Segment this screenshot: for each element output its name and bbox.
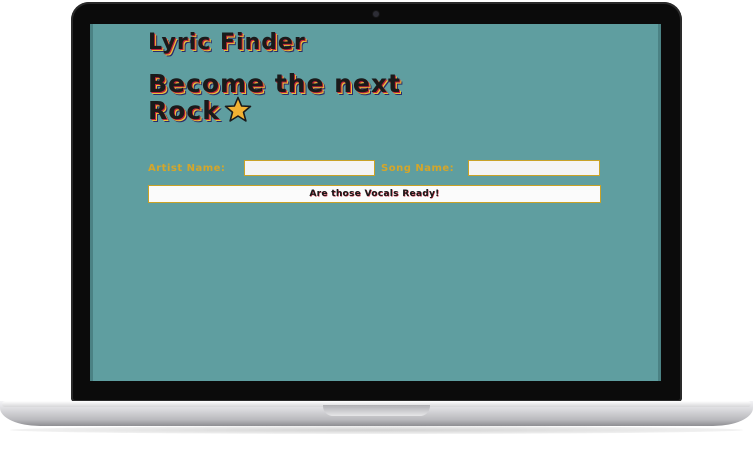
browser-viewport: Lyric Finder Become the next Rock Artist… (90, 24, 661, 381)
app-title: Lyric Finder (148, 30, 306, 55)
headline-line-2: Rock (148, 96, 220, 125)
headline-line-1: Become the next (148, 69, 401, 98)
search-lyrics-button[interactable]: Are those Vocals Ready! (148, 185, 601, 203)
star-icon (224, 96, 252, 122)
laptop-shadow (10, 426, 743, 434)
artist-name-input[interactable] (244, 160, 375, 176)
laptop-mockup: Lyric Finder Become the next Rock Artist… (0, 0, 753, 450)
song-name-input[interactable] (468, 160, 600, 176)
page-headline: Become the next Rock (148, 70, 528, 126)
song-name-label: Song Name: (381, 163, 455, 174)
screen-edge-left (90, 24, 93, 381)
webcam-icon (373, 11, 379, 17)
lyric-search-form: Artist Name: Song Name: (148, 160, 602, 180)
screen-edge-right (658, 24, 661, 381)
artist-name-label: Artist Name: (148, 163, 226, 174)
laptop-lid-notch (323, 405, 430, 416)
